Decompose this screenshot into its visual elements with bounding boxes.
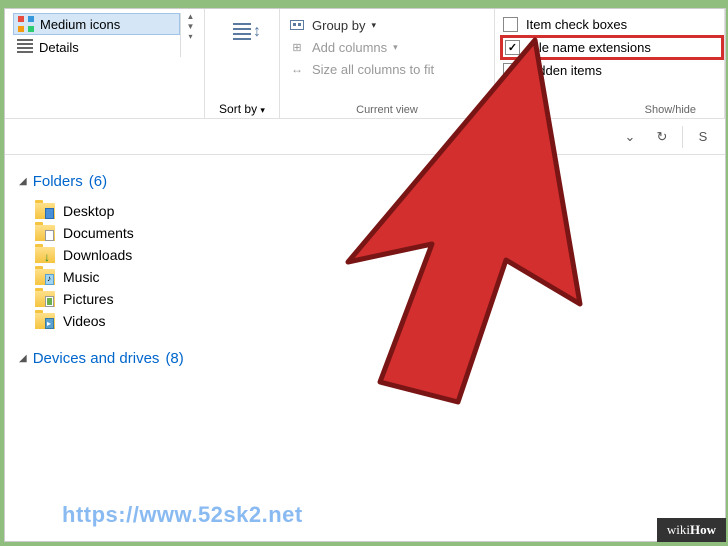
folders-section-header[interactable]: ◢ Folders (6) — [5, 167, 725, 196]
current-view-group: Group by ▾ ⊞ Add columns ▾ ↔ Size all co… — [280, 9, 495, 118]
checkbox-icon — [503, 17, 518, 32]
search-button[interactable]: S — [691, 125, 715, 149]
chevron-down-icon: ▾ — [371, 20, 376, 31]
folder-icon — [35, 291, 55, 307]
ribbon: Medium icons Details ▲ ▼ ▾ ↕ — [5, 9, 725, 119]
sort-icon: ↕ — [233, 23, 251, 43]
folder-icon — [35, 247, 55, 263]
history-dropdown[interactable]: ⌄ — [618, 125, 642, 149]
folder-music[interactable]: Music — [35, 266, 725, 288]
expand-icon: ▾ — [188, 33, 192, 41]
sort-button[interactable]: ↕ — [226, 17, 258, 49]
wikihow-badge: wikiHow — [657, 518, 726, 542]
folder-videos[interactable]: Videos — [35, 310, 725, 332]
folder-desktop[interactable]: Desktop — [35, 200, 725, 222]
medium-icons-icon — [18, 16, 34, 32]
chevron-up-icon: ▲ — [187, 13, 195, 21]
checkbox-checked-icon: ✓ — [505, 40, 520, 55]
collapse-icon: ◢ — [19, 176, 27, 187]
hidden-items-toggle[interactable]: ✓ Hidden items — [503, 63, 716, 78]
add-columns-icon: ⊞ — [288, 39, 306, 55]
checkbox-checked-icon: ✓ — [503, 63, 518, 78]
chevron-down-icon: ⌄ — [625, 129, 636, 145]
refresh-icon: ↻ — [657, 129, 668, 145]
folder-icon — [35, 225, 55, 241]
address-bar: ⌄ ↻ S — [5, 119, 725, 155]
file-name-extensions-toggle[interactable]: ✓ File name extensions — [500, 35, 724, 60]
folder-downloads[interactable]: Downloads — [35, 244, 725, 266]
layout-label: Medium icons — [40, 17, 120, 32]
group-label: Show/hide — [503, 100, 716, 116]
chevron-down-icon: ▼ — [187, 23, 195, 31]
chevron-down-icon: ▾ — [393, 42, 398, 53]
layout-details[interactable]: Details — [13, 37, 180, 57]
collapse-icon: ◢ — [19, 353, 27, 364]
size-all-columns-button: ↔ Size all columns to fit — [288, 61, 486, 77]
devices-section-header[interactable]: ◢ Devices and drives (8) — [5, 344, 725, 373]
size-all-icon: ↔ — [288, 61, 306, 77]
sort-label[interactable]: Sort by ▾ — [219, 102, 265, 116]
item-checkboxes-toggle[interactable]: Item check boxes — [503, 17, 716, 32]
sort-group: ↕ Sort by ▾ — [205, 9, 280, 118]
layout-medium-icons[interactable]: Medium icons — [13, 13, 180, 35]
group-label: Current view — [288, 100, 486, 116]
refresh-button[interactable]: ↻ — [650, 125, 674, 149]
chevron-down-icon: ▾ — [260, 105, 265, 115]
layout-label: Details — [39, 40, 79, 55]
folder-pictures[interactable]: Pictures — [35, 288, 725, 310]
folder-documents[interactable]: Documents — [35, 222, 725, 244]
explorer-window: Medium icons Details ▲ ▼ ▾ ↕ — [4, 8, 726, 542]
group-by-icon — [288, 17, 306, 33]
show-hide-group: Item check boxes ✓ File name extensions … — [495, 9, 725, 118]
layout-group: Medium icons Details ▲ ▼ ▾ — [5, 9, 205, 118]
content-pane: ◢ Folders (6) Desktop Documents Download… — [5, 155, 725, 373]
details-icon — [17, 39, 33, 55]
divider — [682, 126, 683, 148]
folder-icon — [35, 313, 55, 329]
watermark-url: https://www.52sk2.net — [62, 502, 303, 528]
folder-icon — [35, 269, 55, 285]
folder-icon — [35, 203, 55, 219]
layout-scroll[interactable]: ▲ ▼ ▾ — [180, 13, 196, 57]
group-by-button[interactable]: Group by ▾ — [288, 17, 486, 33]
add-columns-button: ⊞ Add columns ▾ — [288, 39, 486, 55]
folder-list: Desktop Documents Downloads Music Pictur… — [5, 196, 725, 344]
